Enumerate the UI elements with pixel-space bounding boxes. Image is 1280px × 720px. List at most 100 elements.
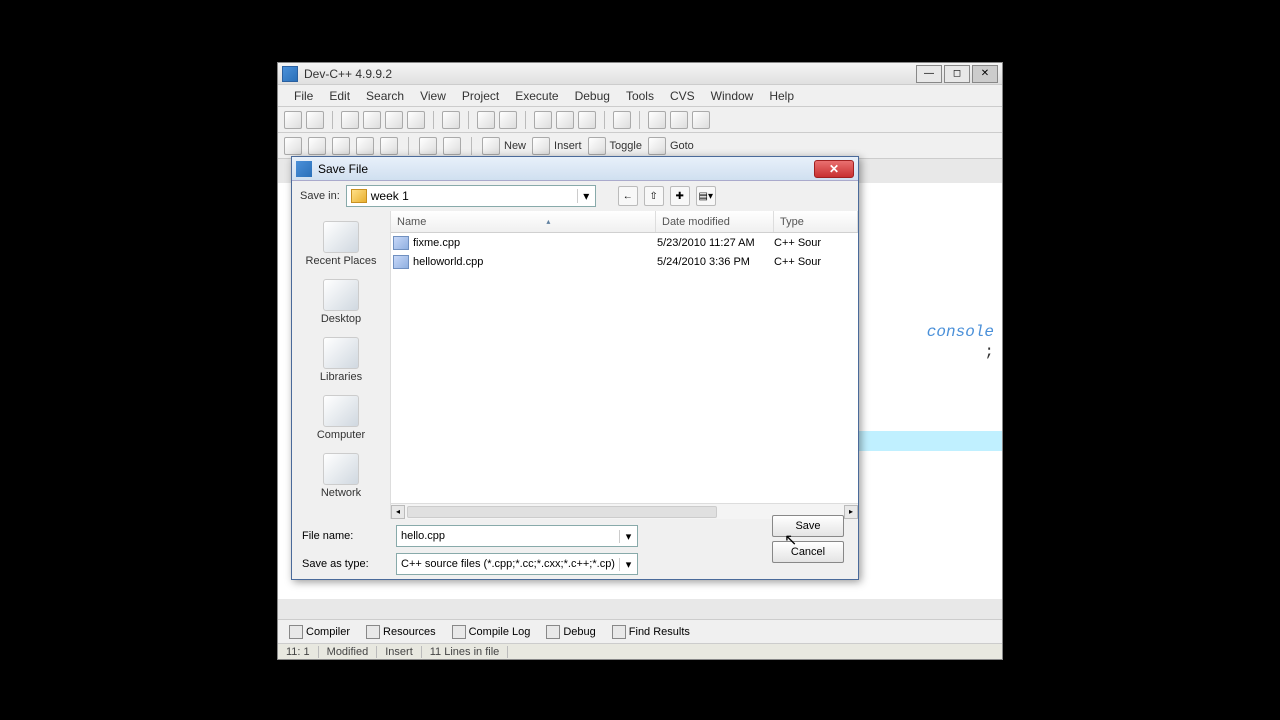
print-icon[interactable]	[442, 111, 460, 129]
tool-icon[interactable]	[284, 137, 302, 155]
savein-label: Save in:	[300, 190, 340, 202]
filename-input[interactable]: hello.cpp ▾	[396, 525, 638, 547]
cancel-button[interactable]: Cancel	[772, 541, 844, 563]
libraries-icon	[323, 337, 359, 369]
menu-help[interactable]: Help	[761, 86, 802, 106]
place-network[interactable]: Network	[292, 447, 390, 505]
bottom-tabs: Compiler Resources Compile Log Debug Fin…	[278, 619, 1002, 643]
col-date[interactable]: Date modified	[656, 211, 774, 232]
menu-cvs[interactable]: CVS	[662, 86, 703, 106]
menu-tools[interactable]: Tools	[618, 86, 662, 106]
open-icon[interactable]	[363, 111, 381, 129]
maximize-button[interactable]: ◻	[944, 65, 970, 83]
place-recent[interactable]: Recent Places	[292, 215, 390, 273]
file-list[interactable]: fixme.cpp 5/23/2010 11:27 AM C++ Sour he…	[391, 233, 858, 503]
undo-icon[interactable]	[477, 111, 495, 129]
menu-edit[interactable]: Edit	[321, 86, 358, 106]
resources-icon	[366, 625, 380, 639]
tool-icon[interactable]	[284, 111, 302, 129]
replace-icon[interactable]	[578, 111, 596, 129]
goto-icon	[648, 137, 666, 155]
menu-window[interactable]: Window	[703, 86, 762, 106]
savein-combo[interactable]: week 1 ▾	[346, 185, 596, 207]
dialog-close-button[interactable]: ✕	[814, 160, 854, 178]
about-icon[interactable]	[443, 137, 461, 155]
col-name[interactable]: Name▴	[391, 211, 656, 232]
computer-icon	[323, 395, 359, 427]
menu-debug[interactable]: Debug	[567, 86, 618, 106]
tool-icon[interactable]	[692, 111, 710, 129]
menu-view[interactable]: View	[412, 86, 454, 106]
toolbar-1	[278, 107, 1002, 133]
tool-icon[interactable]	[648, 111, 666, 129]
tab-find-results[interactable]: Find Results	[605, 622, 697, 642]
close-button[interactable]: ✕	[972, 65, 998, 83]
tab-resources[interactable]: Resources	[359, 622, 443, 642]
minimize-button[interactable]: —	[916, 65, 942, 83]
chevron-down-icon[interactable]: ▾	[619, 558, 633, 571]
status-modified: Modified	[319, 646, 378, 658]
log-icon	[452, 625, 466, 639]
tab-debug[interactable]: Debug	[539, 622, 602, 642]
findnext-icon[interactable]	[556, 111, 574, 129]
compiler-icon	[289, 625, 303, 639]
insert-button[interactable]: Insert	[532, 137, 582, 155]
up-folder-button[interactable]: ⇧	[644, 186, 664, 206]
menubar: File Edit Search View Project Execute De…	[278, 85, 1002, 107]
tool-icon[interactable]	[308, 137, 326, 155]
scroll-left-button[interactable]: ◂	[391, 505, 405, 519]
place-desktop[interactable]: Desktop	[292, 273, 390, 331]
dialog-icon	[296, 161, 312, 177]
new-icon[interactable]	[341, 111, 359, 129]
compile-icon[interactable]	[613, 111, 631, 129]
file-list-area: Name▴ Date modified Type fixme.cpp 5/23/…	[390, 211, 858, 519]
tool-icon[interactable]	[332, 137, 350, 155]
saveastype-combo[interactable]: C++ source files (*.cpp;*.cc;*.cxx;*.c++…	[396, 553, 638, 575]
save-button[interactable]: Save	[772, 515, 844, 537]
back-button[interactable]: ←	[618, 186, 638, 206]
places-bar: Recent Places Desktop Libraries Computer…	[292, 211, 390, 519]
help-icon[interactable]	[419, 137, 437, 155]
dialog-titlebar: Save File ✕	[292, 157, 858, 181]
chevron-down-icon[interactable]: ▾	[619, 530, 633, 543]
toggle-button[interactable]: Toggle	[588, 137, 642, 155]
new-folder-button[interactable]: ✚	[670, 186, 690, 206]
saveastype-label: Save as type:	[302, 558, 390, 570]
find-icon	[612, 625, 626, 639]
goto-button[interactable]: Goto	[648, 137, 694, 155]
file-row[interactable]: fixme.cpp 5/23/2010 11:27 AM C++ Sour	[391, 233, 858, 252]
savein-value: week 1	[371, 189, 409, 203]
redo-icon[interactable]	[499, 111, 517, 129]
file-list-header: Name▴ Date modified Type	[391, 211, 858, 233]
tool-icon[interactable]	[356, 137, 374, 155]
col-type[interactable]: Type	[774, 211, 858, 232]
menu-search[interactable]: Search	[358, 86, 412, 106]
place-libraries[interactable]: Libraries	[292, 331, 390, 389]
view-menu-button[interactable]: ▤▾	[696, 186, 716, 206]
file-row[interactable]: helloworld.cpp 5/24/2010 3:36 PM C++ Sou…	[391, 252, 858, 271]
desktop-icon	[323, 279, 359, 311]
place-computer[interactable]: Computer	[292, 389, 390, 447]
app-icon	[282, 66, 298, 82]
tab-compile-log[interactable]: Compile Log	[445, 622, 538, 642]
find-icon[interactable]	[534, 111, 552, 129]
menu-file[interactable]: File	[286, 86, 321, 106]
cpp-file-icon	[393, 255, 409, 269]
scroll-right-button[interactable]: ▸	[844, 505, 858, 519]
save-icon[interactable]	[385, 111, 403, 129]
menu-execute[interactable]: Execute	[507, 86, 566, 106]
scroll-thumb[interactable]	[407, 506, 717, 518]
tab-compiler[interactable]: Compiler	[282, 622, 357, 642]
statusbar: 11: 1 Modified Insert 11 Lines in file	[278, 643, 1002, 659]
folder-icon	[351, 189, 367, 203]
savein-row: Save in: week 1 ▾ ← ⇧ ✚ ▤▾	[292, 181, 858, 211]
menu-project[interactable]: Project	[454, 86, 507, 106]
new-button[interactable]: New	[482, 137, 526, 155]
status-lines: 11 Lines in file	[422, 646, 509, 658]
saveall-icon[interactable]	[407, 111, 425, 129]
status-position: 11: 1	[278, 646, 319, 658]
tool-icon[interactable]	[380, 137, 398, 155]
tool-icon[interactable]	[670, 111, 688, 129]
sort-arrow-icon: ▴	[546, 217, 550, 226]
tool-icon[interactable]	[306, 111, 324, 129]
